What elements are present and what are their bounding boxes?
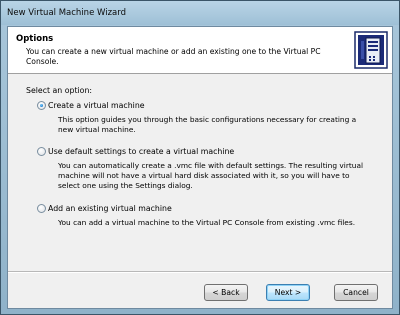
option-create-virtual-machine: Create a virtual machine This option gui… bbox=[37, 101, 368, 135]
option-description: You can add a virtual machine to the Vir… bbox=[58, 218, 356, 227]
option-label[interactable]: Create a virtual machine bbox=[48, 101, 368, 110]
next-button[interactable]: Next > bbox=[266, 284, 310, 301]
option-description: This option guides you through the basic… bbox=[58, 115, 357, 134]
option-label[interactable]: Add an existing virtual machine bbox=[48, 204, 368, 213]
header-description: You can create a new virtual machine or … bbox=[26, 47, 321, 66]
select-option-prompt: Select an option: bbox=[26, 86, 93, 95]
title-bar[interactable]: New Virtual Machine Wizard bbox=[1, 1, 399, 25]
button-area-divider bbox=[8, 271, 392, 273]
radio-use-default-settings[interactable] bbox=[37, 147, 46, 156]
back-button[interactable]: < Back bbox=[204, 284, 248, 301]
wizard-client-area: Options You can create a new virtual mac… bbox=[7, 26, 393, 309]
server-computer-icon bbox=[354, 31, 388, 69]
option-description: You can automatically create a .vmc file… bbox=[58, 161, 364, 190]
option-add-existing-virtual-machine: Add an existing virtual machine You can … bbox=[37, 204, 368, 228]
window-title: New Virtual Machine Wizard bbox=[7, 8, 126, 18]
wizard-header: Options You can create a new virtual mac… bbox=[8, 27, 392, 74]
wizard-window: New Virtual Machine Wizard Options You c… bbox=[0, 0, 400, 315]
radio-add-existing-virtual-machine[interactable] bbox=[37, 204, 46, 213]
radio-create-virtual-machine[interactable] bbox=[37, 101, 46, 110]
cancel-button[interactable]: Cancel bbox=[334, 284, 378, 301]
header-title: Options bbox=[16, 34, 54, 44]
option-label[interactable]: Use default settings to create a virtual… bbox=[48, 147, 368, 156]
option-use-default-settings: Use default settings to create a virtual… bbox=[37, 147, 368, 191]
